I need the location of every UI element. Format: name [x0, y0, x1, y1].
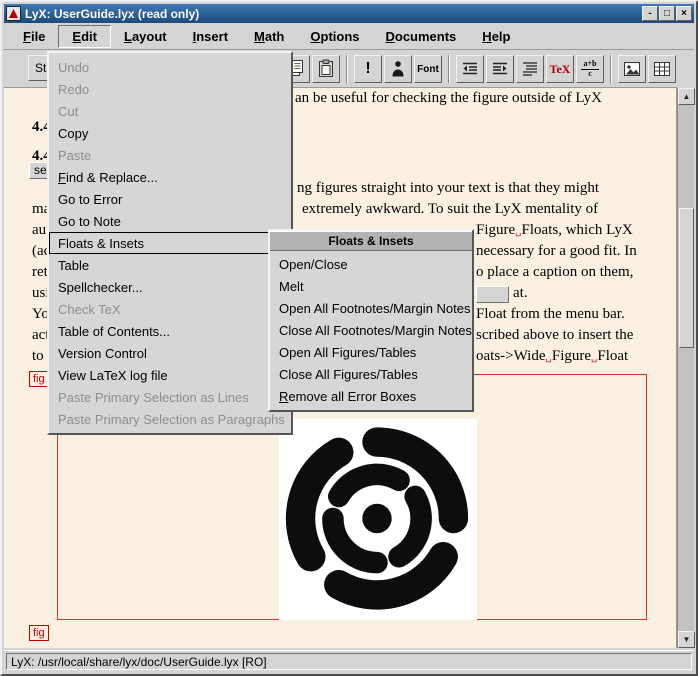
menubar-item-documents[interactable]: Documents	[373, 26, 470, 47]
close-button[interactable]: ×	[676, 6, 692, 21]
text-fragment: at.	[513, 285, 528, 302]
text-fragment: extremely awkward. To suit the LyX menta…	[302, 201, 598, 218]
figure-inset-button[interactable]: fig	[29, 371, 49, 387]
edit-menu-item-go-to-note[interactable]: Go to Note	[49, 210, 291, 232]
menubar-item-edit[interactable]: Edit	[58, 25, 111, 48]
swirl-figure-graphic	[279, 419, 475, 618]
floats-submenu-title: Floats & Insets	[270, 231, 472, 251]
menubar-item-math[interactable]: Math	[241, 26, 297, 47]
edit-menu-item-paste-primary-selection-as-lines: Paste Primary Selection as Lines	[49, 386, 291, 408]
text-fragment: Float from the menu bar.	[476, 306, 625, 323]
tex-button[interactable]: TeX	[546, 55, 574, 83]
floats-submenu-item-open-close[interactable]: Open/Close	[270, 253, 472, 275]
emphasis-button[interactable]: !	[354, 55, 382, 83]
edit-menu-item-cut: Cut	[49, 100, 291, 122]
edit-menu-item-floats-insets[interactable]: Floats & Insets	[49, 232, 291, 254]
list-depth-icon[interactable]	[516, 55, 544, 83]
text-fragment: ng figures straight into your text is th…	[297, 180, 599, 197]
lyx-window-icon[interactable]	[6, 6, 21, 21]
edit-menu-item-find-replace[interactable]: Find & Replace...	[49, 166, 291, 188]
edit-menu-item-table-of-contents[interactable]: Table of Contents...	[49, 320, 291, 342]
collapsed-inset-button[interactable]	[476, 286, 509, 303]
edit-menu-item-check-tex: Check TeX	[49, 298, 291, 320]
figure-inset-button[interactable]: fig	[29, 625, 49, 641]
text-fragment: an be useful for checking the figure out…	[295, 90, 602, 107]
edit-menu-item-table[interactable]: Table	[49, 254, 291, 276]
text-fragment: au	[32, 222, 46, 239]
insert-table-icon[interactable]	[648, 55, 676, 83]
edit-menu: UndoRedoCutCopyPasteFind & Replace...Go …	[47, 51, 293, 435]
menubar: FileEditLayoutInsertMathOptionsDocuments…	[4, 23, 694, 50]
scrollbar-thumb[interactable]	[679, 208, 694, 348]
lyx-logo-icon	[7, 7, 20, 20]
math-fraction-button[interactable]: a+bc	[576, 55, 604, 83]
statusbar: LyX: /usr/local/share/lyx/doc/UserGuide.…	[4, 650, 694, 672]
floats-submenu-item-remove-all-error-boxes[interactable]: Remove all Error Boxes	[270, 385, 472, 407]
toolbar-separator	[448, 55, 450, 83]
edit-menu-item-copy[interactable]: Copy	[49, 122, 291, 144]
floats-submenu-item-open-all-footnotes-margin-notes[interactable]: Open All Footnotes/Margin Notes	[270, 297, 472, 319]
floats-submenu-item-close-all-footnotes-margin-notes[interactable]: Close All Footnotes/Margin Notes	[270, 319, 472, 341]
edit-menu-item-paste: Paste	[49, 144, 291, 166]
text-fragment: necessary for a good fit. In	[476, 243, 637, 260]
edit-menu-item-go-to-error[interactable]: Go to Error	[49, 188, 291, 210]
window-title: LyX: UserGuide.lyx (read only)	[21, 7, 641, 21]
edit-menu-item-redo: Redo	[49, 78, 291, 100]
scroll-up-button[interactable]: ▲	[678, 88, 695, 105]
noun-style-person-icon[interactable]	[384, 55, 412, 83]
floats-submenu: Floats & Insets Open/CloseMeltOpen All F…	[268, 229, 474, 412]
edit-menu-item-undo: Undo	[49, 56, 291, 78]
text-fragment: oats->Wide␣Figure␣Float	[476, 348, 628, 365]
edit-menu-item-version-control[interactable]: Version Control	[49, 342, 291, 364]
menubar-item-help[interactable]: Help	[469, 26, 523, 47]
paste-icon[interactable]	[312, 55, 340, 83]
font-button[interactable]: Font	[414, 55, 442, 83]
floats-submenu-item-melt[interactable]: Melt	[270, 275, 472, 297]
vertical-scrollbar[interactable]: ▲ ▼	[677, 88, 694, 648]
edit-menu-item-spellchecker[interactable]: Spellchecker...	[49, 276, 291, 298]
scroll-down-button[interactable]: ▼	[678, 631, 695, 648]
menubar-item-insert[interactable]: Insert	[180, 26, 241, 47]
edit-menu-item-paste-primary-selection-as-paragraphs: Paste Primary Selection as Paragraphs	[49, 408, 291, 430]
minimize-button[interactable]: -	[642, 6, 658, 21]
maximize-button[interactable]: □	[659, 6, 675, 21]
floats-submenu-item-close-all-figures-tables[interactable]: Close All Figures/Tables	[270, 363, 472, 385]
toolbar-separator	[346, 55, 348, 83]
indent-list-icon[interactable]	[486, 55, 514, 83]
menubar-item-layout[interactable]: Layout	[111, 26, 180, 47]
toolbar-separator	[610, 55, 612, 83]
insert-figure-icon[interactable]	[618, 55, 646, 83]
text-fragment: ret	[32, 264, 48, 281]
unindent-list-icon[interactable]	[456, 55, 484, 83]
figure-image[interactable]	[279, 419, 477, 620]
lyx-window: LyX: UserGuide.lyx (read only) - □ × Fil…	[0, 0, 698, 676]
status-text: LyX: /usr/local/share/lyx/doc/UserGuide.…	[6, 653, 692, 670]
text-fragment: Figure␣Floats, which LyX	[476, 222, 633, 239]
floats-submenu-items: Open/CloseMeltOpen All Footnotes/Margin …	[270, 253, 472, 407]
edit-menu-item-view-latex-log-file[interactable]: View LaTeX log file	[49, 364, 291, 386]
menubar-item-options[interactable]: Options	[297, 26, 372, 47]
titlebar[interactable]: LyX: UserGuide.lyx (read only) - □ ×	[4, 4, 694, 23]
menubar-item-file[interactable]: File	[10, 26, 58, 47]
text-fragment: o place a caption on them,	[476, 264, 633, 281]
text-fragment: scribed above to insert the	[476, 327, 633, 344]
floats-submenu-item-open-all-figures-tables[interactable]: Open All Figures/Tables	[270, 341, 472, 363]
